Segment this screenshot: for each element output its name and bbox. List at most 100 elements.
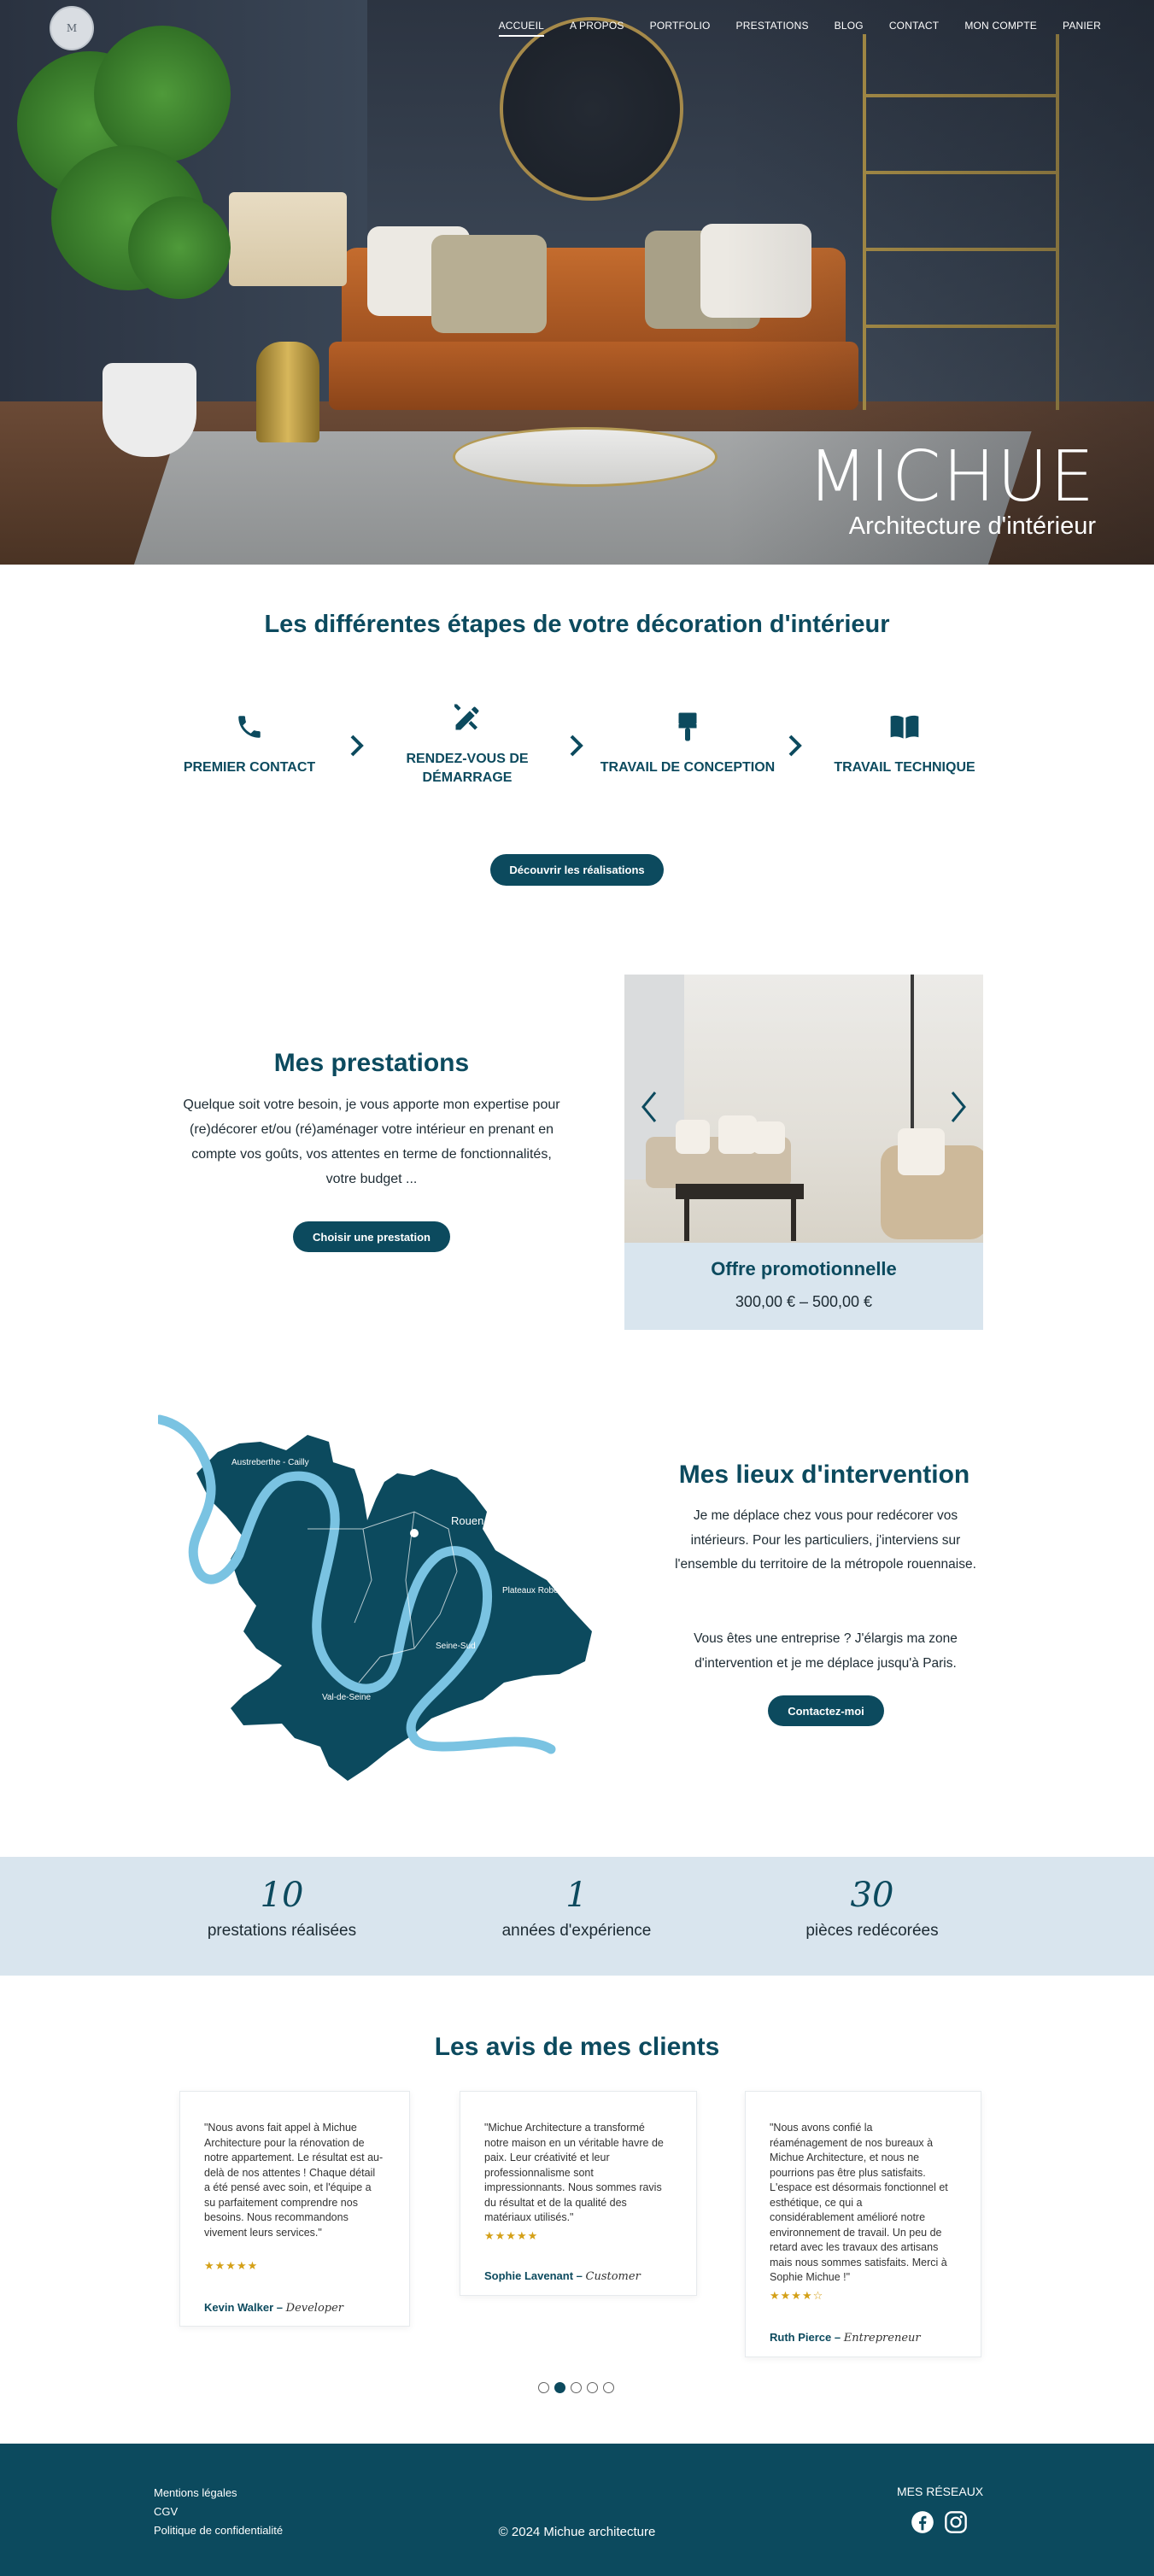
rating-stars: ★★★★☆ [770,2289,824,2302]
review-card: "Michue Architecture a transformé notre … [460,2091,697,2296]
stat-number: 1 [565,1876,588,1915]
author-dash: – [276,2301,284,2314]
hero-pillow [431,235,547,333]
nav-item-panier[interactable]: PANIER [1063,20,1101,37]
rating-stars: ★★★★★ [484,2229,539,2242]
discover-button[interactable]: Découvrir les réalisations [490,854,664,886]
main-nav: ACCUEIL A PROPOS PORTFOLIO PRESTATIONS B… [473,20,1101,37]
site-logo[interactable]: M [50,6,94,50]
stat-label: pièces redécorées [805,1922,939,1940]
map-label: Val-de-Seine [322,1693,372,1702]
step-label: TRAVAIL DE CONCEPTION [600,760,776,775]
carousel-dot[interactable] [554,2382,565,2393]
step-premier-contact: PREMIER CONTACT [173,709,326,777]
map-label: Seine-Sud [436,1642,476,1651]
paint-brush-icon [598,709,777,745]
carousel-dot[interactable] [538,2382,549,2393]
stat-prestations: 10 prestations réalisées [154,1876,410,1941]
author-role: Customer [585,2270,641,2283]
phone-icon [173,709,326,745]
hero-title: MICHUE [807,436,1096,518]
carousel-dots [538,2382,614,2393]
step-label: TRAVAIL TECHNIQUE [834,760,975,775]
metropole-shape [196,1435,592,1781]
chevron-right-icon [570,735,583,757]
instagram-icon[interactable] [944,2510,968,2534]
contact-button[interactable]: Contactez-moi [768,1695,884,1726]
slider-next-icon[interactable] [946,1086,971,1128]
slider-prev-icon[interactable] [636,1086,662,1128]
step-conception: TRAVAIL DE CONCEPTION [598,709,777,777]
map-label: Plateaux Robec [502,1586,563,1595]
author-name: Sophie Lavenant [484,2269,574,2282]
lieux-title: Mes lieux d'intervention [678,1461,970,1489]
promo-title[interactable]: Offre promotionnelle [624,1258,983,1280]
review-author: Ruth Pierce – Entrepreneur [770,2331,921,2345]
carousel-dot[interactable] [587,2382,598,2393]
review-author: Sophie Lavenant – Customer [484,2269,641,2283]
review-text: "Nous avons confié la réaménagement de n… [770,2122,948,2283]
footer-link-mentions[interactable]: Mentions légales [154,2486,237,2499]
author-dash: – [834,2331,841,2344]
hero-mirror [500,17,683,201]
step-label: RENDEZ-VOUS DE DÉMARRAGE [406,752,529,785]
reviews-title: Les avis de mes clients [434,2033,720,2061]
footer-link-cgv[interactable]: CGV [154,2505,178,2518]
promo-price: 300,00 € – 500,00 € [735,1293,873,1310]
nav-item-blog[interactable]: BLOG [835,20,864,37]
nav-item-accueil[interactable]: ACCUEIL [498,20,544,37]
lieux-text-1: Je me déplace chez vous pour redécorer v… [675,1508,976,1572]
site-footer: Mentions légales CGV Politique de confid… [0,2444,1154,2576]
map-label: Rouen [451,1514,483,1527]
social-title: MES RÉSEAUX [897,2485,984,2498]
review-text: "Nous avons fait appel à Michue Architec… [204,2122,384,2239]
promo-slider: Offre promotionnelle 300,00 € – 500,00 € [624,975,983,1330]
author-name: Kevin Walker [204,2301,274,2314]
author-role: Entrepreneur [843,2332,921,2345]
nav-item-prestations[interactable]: PRESTATIONS [736,20,809,37]
hero-banner: M ACCUEIL A PROPOS PORTFOLIO PRESTATIONS… [0,0,1154,565]
rating-stars: ★★★★★ [204,2259,259,2272]
review-card: "Nous avons fait appel à Michue Architec… [179,2091,410,2327]
nav-item-portfolio[interactable]: PORTFOLIO [650,20,711,37]
prestations-title: Mes prestations [273,1049,470,1077]
lieux-text-2: Vous êtes une entreprise ? J'élargis ma … [694,1631,958,1671]
intervention-map: Austreberthe - Cailly Rouen Plateaux Rob… [158,1414,592,1781]
hero-lamp [229,192,347,286]
stat-number: 30 [850,1876,894,1915]
steps-title: Les différentes étapes de votre décorati… [264,611,890,638]
carousel-dot[interactable] [603,2382,614,2393]
stat-number: 10 [260,1876,304,1915]
review-author: Kevin Walker – Developer [204,2301,343,2315]
book-icon [828,709,981,745]
hero-lamp-base [256,342,319,442]
step-label: PREMIER CONTACT [183,760,316,775]
stat-pieces: 30 pièces redécorées [744,1876,1000,1941]
nav-item-contact[interactable]: CONTACT [889,20,940,37]
author-name: Ruth Pierce [770,2331,832,2344]
hero-plant [94,26,231,162]
logo-text: M [66,22,78,34]
choose-service-button[interactable]: Choisir une prestation [293,1221,450,1252]
hero-subtitle: Architecture d'intérieur [848,512,1096,540]
stat-label: prestations réalisées [207,1922,357,1940]
step-technique: TRAVAIL TECHNIQUE [828,709,981,777]
stat-experience: 1 années d'expérience [448,1876,705,1941]
hero-pot [103,363,196,457]
hero-coffee-table [453,427,718,487]
slide-image [624,975,983,1243]
hero-plant [128,196,231,299]
stat-label: années d'expérience [501,1922,652,1940]
copyright: © 2024 Michue architecture [498,2525,656,2539]
carousel-dot[interactable] [571,2382,582,2393]
prestations-text: Quelque soit votre besoin, je vous appor… [183,1098,560,1186]
review-text: "Michue Architecture a transformé notre … [484,2122,664,2223]
step-rendez-vous: RENDEZ-VOUS DE DÉMARRAGE [390,700,544,787]
tools-icon [390,700,544,736]
map-label: Austreberthe - Cailly [231,1458,309,1467]
facebook-icon[interactable] [911,2510,934,2534]
author-role: Developer [285,2302,344,2315]
nav-item-a-propos[interactable]: A PROPOS [570,20,624,37]
nav-item-mon-compte[interactable]: MON COMPTE [964,20,1037,37]
chevron-right-icon [788,735,802,757]
